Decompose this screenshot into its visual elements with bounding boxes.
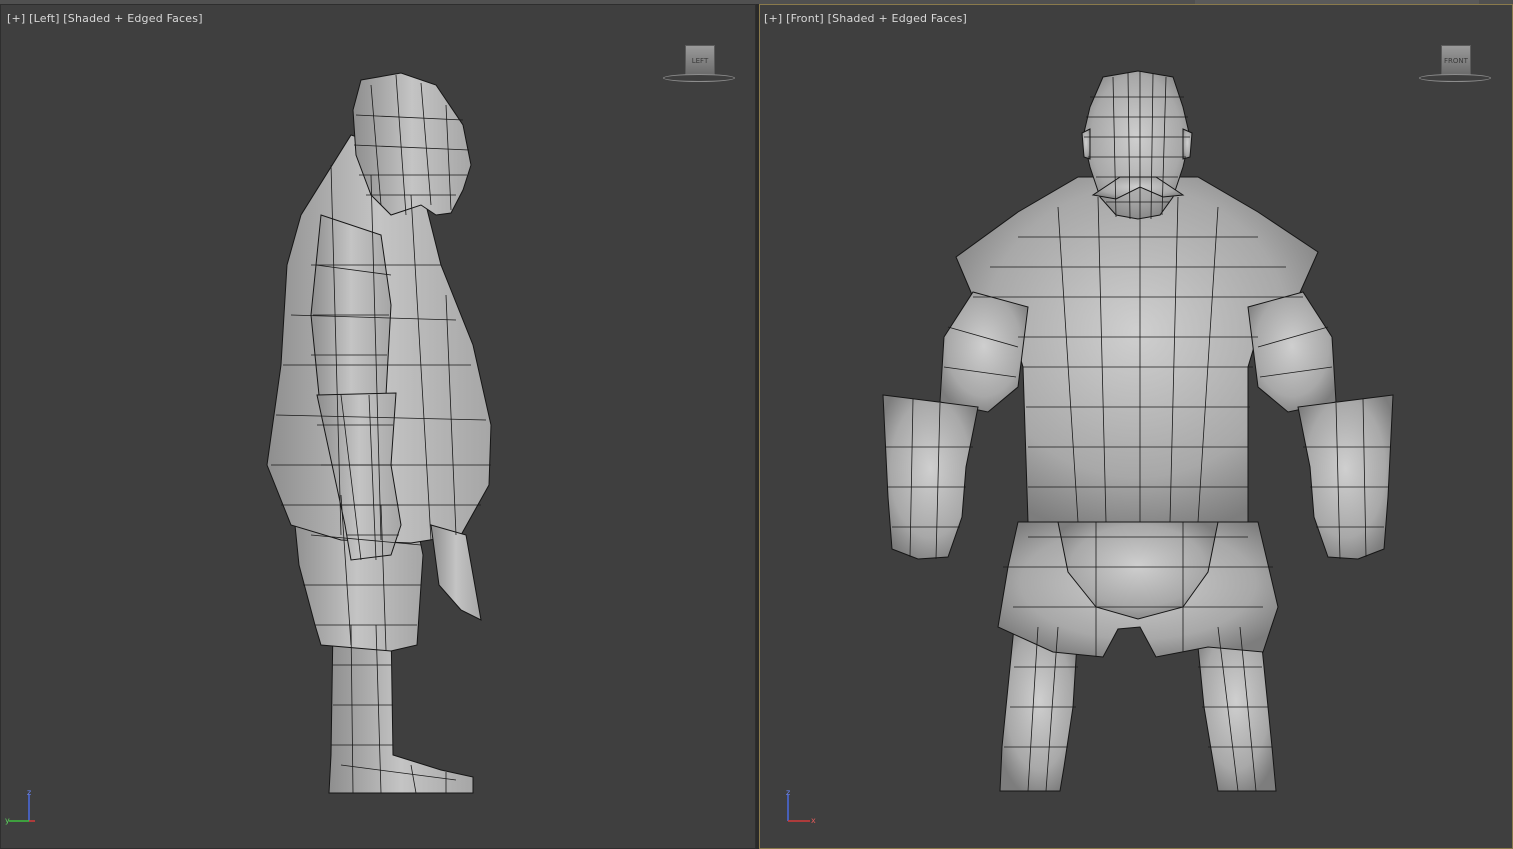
- viewport-left[interactable]: [+] [Left] [Shaded + Edged Faces] LEFT z…: [0, 4, 756, 849]
- right-arm-mesh: [1247, 291, 1337, 413]
- character-mesh-front-view[interactable]: [878, 67, 1398, 799]
- viewcube-compass-ring[interactable]: [663, 74, 735, 82]
- apron-mesh: [430, 524, 482, 621]
- arm-mesh: [310, 214, 392, 406]
- axis-z-label: z: [27, 789, 31, 797]
- view-name-menu[interactable]: [Left]: [29, 12, 59, 25]
- left-ear-mesh: [1081, 128, 1091, 160]
- viewcube[interactable]: LEFT: [663, 45, 737, 85]
- axis-tripod: z y: [5, 789, 35, 825]
- view-name-menu[interactable]: [Front]: [786, 12, 824, 25]
- leg-mesh: [328, 624, 474, 794]
- left-arm-mesh: [939, 291, 1029, 413]
- right-leg-mesh: [1195, 626, 1277, 792]
- head-mesh: [352, 72, 472, 216]
- right-ear-mesh: [1182, 128, 1193, 160]
- axis-tripod: z x: [786, 789, 816, 825]
- viewcube-compass-ring[interactable]: [1419, 74, 1491, 82]
- viewcube[interactable]: FRONT: [1419, 45, 1493, 85]
- viewport-menu-button[interactable]: [+]: [7, 12, 25, 25]
- viewcube-face[interactable]: LEFT: [685, 45, 715, 75]
- axis-x-label: x: [811, 816, 816, 825]
- character-mesh-side-view[interactable]: [241, 65, 521, 800]
- viewport-menu-button[interactable]: [+]: [764, 12, 782, 25]
- axis-y-label: y: [5, 816, 10, 825]
- shading-mode-menu[interactable]: [Shaded + Edged Faces]: [828, 12, 967, 25]
- viewport-label-left: [+] [Left] [Shaded + Edged Faces]: [7, 12, 203, 25]
- viewport-front[interactable]: [+] [Front] [Shaded + Edged Faces] FRONT: [759, 4, 1513, 849]
- axis-z-label: z: [786, 789, 790, 797]
- viewcube-face[interactable]: FRONT: [1441, 45, 1471, 75]
- right-bracer-mesh: [1297, 394, 1394, 560]
- left-bracer-mesh: [882, 394, 979, 560]
- shading-mode-menu[interactable]: [Shaded + Edged Faces]: [63, 12, 202, 25]
- viewport-label-front: [+] [Front] [Shaded + Edged Faces]: [764, 12, 967, 25]
